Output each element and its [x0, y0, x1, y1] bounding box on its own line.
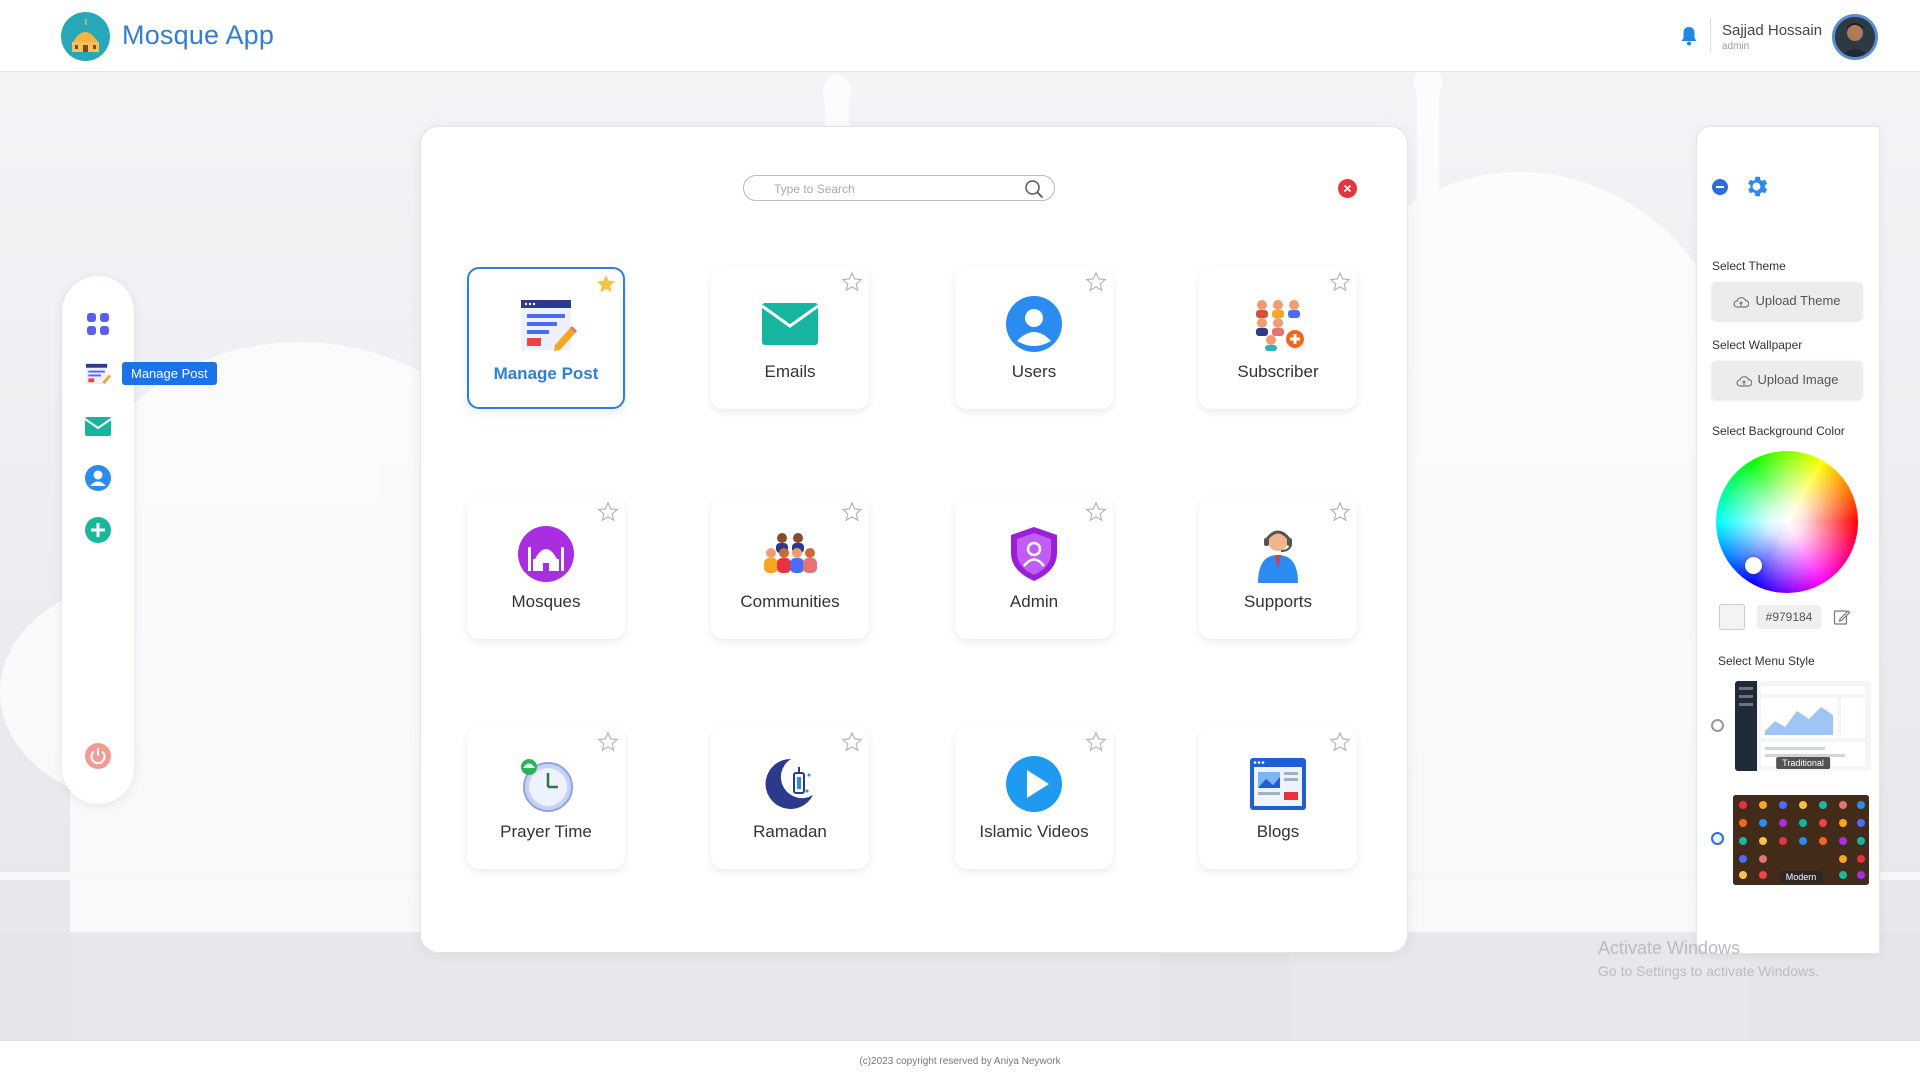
upload-image-label: Upload Image	[1757, 372, 1839, 387]
tile-label: Admin	[1009, 592, 1059, 611]
tile-communities[interactable]: Communities	[711, 497, 869, 639]
tile-label: Islamic Videos	[979, 822, 1089, 841]
search-bar	[743, 175, 1055, 201]
communities-icon	[761, 525, 819, 583]
bell-icon[interactable]	[1680, 26, 1698, 46]
clock-icon	[517, 755, 575, 813]
menu-style-caption: Traditional	[1776, 757, 1830, 769]
star-filled-icon[interactable]	[595, 273, 617, 295]
top-bar: Mosque App Sajjad Hossain admin	[0, 0, 1920, 72]
edit-icon[interactable]	[1833, 608, 1851, 626]
select-bg-color-label: Select Background Color	[1712, 424, 1845, 438]
star-outline-icon[interactable]	[1329, 501, 1351, 523]
tile-label: Communities	[740, 592, 840, 611]
star-outline-icon[interactable]	[1329, 731, 1351, 753]
activate-windows-title: Activate Windows	[1598, 938, 1741, 958]
support-agent-icon	[1249, 525, 1307, 583]
user-icon	[1005, 295, 1063, 353]
tile-subscriber[interactable]: Subscriber	[1199, 267, 1357, 409]
menu-style-modern-radio[interactable]	[1711, 832, 1724, 845]
app-launcher-panel: Manage Post Emails Users	[420, 126, 1408, 953]
star-outline-icon[interactable]	[597, 731, 619, 753]
user-role: admin	[1722, 41, 1750, 52]
manage-post-icon[interactable]	[84, 360, 112, 388]
subscriber-icon	[1249, 295, 1307, 353]
select-menu-style-label: Select Menu Style	[1718, 654, 1815, 668]
tile-emails[interactable]: Emails	[711, 267, 869, 409]
tile-label: Emails	[764, 362, 816, 381]
gear-icon[interactable]	[1743, 173, 1770, 200]
menu-style-traditional-thumb[interactable]: Traditional	[1735, 681, 1871, 771]
upload-theme-button[interactable]: Upload Theme	[1712, 282, 1862, 320]
star-outline-icon[interactable]	[1085, 731, 1107, 753]
star-outline-icon[interactable]	[1085, 501, 1107, 523]
star-outline-icon[interactable]	[1329, 271, 1351, 293]
avatar[interactable]	[1832, 14, 1878, 60]
upload-theme-label: Upload Theme	[1755, 293, 1841, 308]
header-divider	[1710, 18, 1711, 52]
tile-islamic-videos[interactable]: Islamic Videos	[955, 727, 1113, 869]
close-icon[interactable]	[1338, 179, 1357, 198]
add-icon[interactable]	[84, 516, 112, 544]
settings-panel: Select Theme Upload Theme Select Wallpap…	[1696, 126, 1880, 954]
mosque-icon	[517, 525, 575, 583]
tile-label: Ramadan	[753, 822, 827, 841]
color-swatch[interactable]	[1719, 604, 1745, 630]
color-hex-value[interactable]: #979184	[1757, 605, 1821, 629]
user-icon[interactable]	[84, 464, 112, 492]
search-icon[interactable]	[1024, 179, 1044, 199]
tile-ramadan[interactable]: Ramadan	[711, 727, 869, 869]
tile-prayer-time[interactable]: Prayer Time	[467, 727, 625, 869]
color-wheel-handle[interactable]	[1745, 557, 1762, 574]
tile-supports[interactable]: Supports	[1199, 497, 1357, 639]
email-icon[interactable]	[84, 412, 112, 440]
dock-tooltip: Manage Post	[122, 362, 217, 385]
footer: (c)2023 copyright reserved by Aniya Neyw…	[0, 1040, 1920, 1080]
tile-blogs[interactable]: Blogs	[1199, 727, 1357, 869]
tile-users[interactable]: Users	[955, 267, 1113, 409]
star-outline-icon[interactable]	[841, 271, 863, 293]
upload-image-button[interactable]: Upload Image	[1712, 361, 1862, 399]
tile-label: Mosques	[511, 592, 581, 611]
tile-label: Blogs	[1256, 822, 1300, 841]
star-outline-icon[interactable]	[841, 501, 863, 523]
star-outline-icon[interactable]	[1085, 271, 1107, 293]
cloud-upload-icon	[1733, 296, 1750, 308]
star-outline-icon[interactable]	[841, 731, 863, 753]
color-wheel[interactable]	[1716, 451, 1858, 593]
tile-mosques[interactable]: Mosques	[467, 497, 625, 639]
tile-label: Users	[1011, 362, 1057, 381]
mosque-logo-icon[interactable]	[61, 12, 110, 61]
select-theme-label: Select Theme	[1712, 259, 1786, 273]
search-input[interactable]	[774, 179, 1014, 198]
tile-label: Prayer Time	[500, 822, 592, 841]
tile-admin[interactable]: Admin	[955, 497, 1113, 639]
email-icon	[761, 295, 819, 353]
admin-shield-icon	[1005, 525, 1063, 583]
tile-label: Manage Post	[493, 364, 599, 383]
play-icon	[1005, 755, 1063, 813]
collapse-icon[interactable]	[1712, 179, 1728, 195]
cloud-upload-icon	[1735, 375, 1752, 387]
tile-label: Subscriber	[1237, 362, 1319, 381]
power-icon[interactable]	[84, 742, 112, 770]
app-title: Mosque App	[122, 20, 275, 50]
menu-style-modern-thumb[interactable]: Modern	[1733, 795, 1869, 885]
tile-label: Supports	[1243, 592, 1313, 611]
select-wallpaper-label: Select Wallpaper	[1712, 338, 1803, 352]
tile-manage-post[interactable]: Manage Post	[467, 267, 625, 409]
star-outline-icon[interactable]	[597, 501, 619, 523]
menu-style-traditional-radio[interactable]	[1711, 719, 1724, 732]
copyright-text: (c)2023 copyright reserved by Aniya Neyw…	[859, 1056, 1061, 1067]
activate-windows-subtitle: Go to Settings to activate Windows.	[1598, 963, 1819, 979]
user-name: Sajjad Hossain	[1722, 22, 1823, 39]
manage-post-icon	[519, 297, 578, 355]
menu-style-caption: Modern	[1779, 871, 1823, 883]
apps-grid-icon[interactable]	[84, 310, 112, 338]
blog-icon	[1249, 755, 1307, 813]
crescent-lantern-icon	[761, 755, 819, 813]
left-dock	[62, 276, 134, 804]
